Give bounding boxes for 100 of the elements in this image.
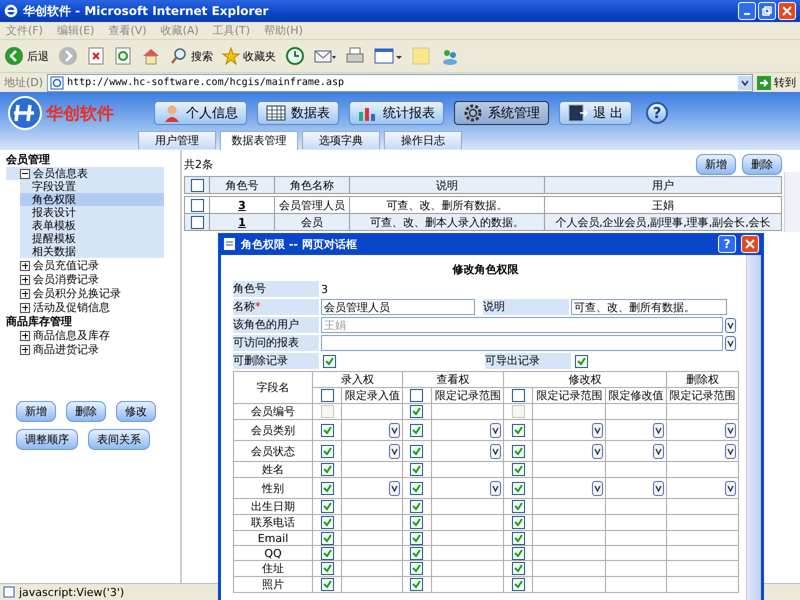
dropdown-icon[interactable] (490, 422, 502, 438)
checkbox[interactable] (410, 405, 424, 418)
checkbox[interactable] (512, 562, 525, 576)
nav-button[interactable]: 退 出 (559, 101, 632, 125)
tree-item[interactable]: 会员充值记录 (33, 258, 99, 273)
tree-item[interactable]: 会员消费记录 (33, 272, 99, 287)
action-button[interactable]: 调整顺序 (16, 429, 78, 450)
checkbox[interactable] (320, 578, 334, 592)
checkbox[interactable] (575, 354, 588, 368)
dropdown-icon[interactable] (725, 480, 736, 496)
checkbox[interactable] (320, 463, 334, 476)
favorites-button[interactable]: 收藏夹 (222, 47, 276, 65)
action-button[interactable]: 修改 (116, 401, 156, 422)
nav-button[interactable]: 系统管理 (454, 101, 549, 125)
nav-button[interactable]: 统计报表 (349, 101, 444, 125)
checkbox[interactable] (320, 546, 334, 560)
tab[interactable]: 用户管理 (138, 131, 216, 149)
dropdown-icon[interactable] (592, 422, 603, 438)
checkbox[interactable] (410, 500, 424, 514)
dropdown-icon[interactable] (652, 422, 664, 438)
checkbox[interactable] (190, 178, 204, 192)
dropdown-icon[interactable] (388, 480, 400, 496)
dropdown-icon[interactable] (652, 480, 664, 496)
close-button[interactable] (741, 235, 759, 253)
dropdown-icon[interactable] (490, 444, 502, 458)
checkbox[interactable] (320, 516, 334, 530)
tree-item[interactable]: 活动及促销信息 (33, 300, 110, 315)
dropdown-icon[interactable] (388, 444, 400, 458)
input-field[interactable]: 可查、改、删所有数据。 (571, 299, 727, 315)
dropdown-icon[interactable] (388, 422, 400, 438)
help-button[interactable]: ? (718, 235, 736, 253)
dropdown-icon[interactable] (490, 480, 502, 496)
expander-icon[interactable] (20, 288, 30, 298)
tree-item[interactable]: 商品进货记录 (33, 342, 99, 357)
role-id-link[interactable]: 3 (238, 198, 246, 212)
checkbox[interactable] (410, 389, 424, 402)
tab[interactable]: 数据表管理 (220, 131, 298, 150)
tree-item[interactable]: 会员积分兑换记录 (33, 286, 121, 301)
help-button[interactable]: ? (646, 102, 668, 124)
checkbox[interactable] (512, 444, 525, 458)
action-button[interactable]: 新增 (16, 401, 56, 422)
tree-item[interactable]: 表单模板 (32, 219, 164, 232)
checkbox[interactable] (512, 516, 525, 530)
checkbox[interactable] (320, 444, 334, 458)
tab[interactable]: 选项字典 (302, 131, 380, 149)
checkbox[interactable] (512, 546, 525, 560)
refresh-icon[interactable] (114, 46, 132, 66)
checkbox[interactable] (190, 216, 204, 229)
input-field[interactable] (321, 335, 723, 351)
tree-item[interactable]: 字段设置 (32, 180, 164, 193)
checkbox[interactable] (410, 562, 424, 576)
expander-icon[interactable] (20, 168, 30, 178)
restore-button[interactable] (758, 2, 776, 20)
tree-item[interactable]: 提醒模板 (32, 232, 164, 245)
checkbox[interactable] (410, 424, 424, 437)
checkbox[interactable] (512, 463, 525, 476)
expander-icon[interactable] (20, 260, 30, 270)
dropdown-icon[interactable] (652, 444, 664, 458)
search-button[interactable]: 搜索 (170, 47, 213, 65)
checkbox[interactable] (320, 424, 334, 437)
checkbox[interactable] (320, 482, 334, 495)
address-field[interactable]: http://www.hc-software.com/hcgis/mainframe.asp (47, 74, 753, 92)
input-field[interactable]: 会员管理人员 (321, 299, 475, 315)
dropdown-button[interactable] (738, 76, 752, 90)
checkbox[interactable] (512, 482, 525, 495)
expander-icon[interactable] (20, 302, 30, 312)
checkbox[interactable] (323, 354, 336, 368)
dropdown-icon[interactable] (725, 444, 736, 458)
checkbox[interactable] (320, 532, 334, 545)
checkbox[interactable] (512, 424, 525, 437)
nav-button[interactable]: 数据表 (257, 101, 339, 125)
role-id-link[interactable]: 1 (238, 216, 246, 228)
home-icon[interactable] (141, 46, 161, 66)
close-button[interactable] (778, 2, 796, 20)
checkbox[interactable] (410, 482, 424, 495)
tree-item[interactable]: 商品信息及库存 (33, 328, 110, 343)
tree-item[interactable]: 角色权限 (20, 193, 164, 206)
nav-button[interactable]: 个人信息 (154, 101, 247, 125)
checkbox[interactable] (512, 389, 525, 402)
tab[interactable]: 操作日志 (384, 131, 462, 149)
stop-icon[interactable] (87, 46, 105, 66)
checkbox[interactable] (410, 444, 424, 458)
back-button[interactable]: 后退 (4, 46, 49, 66)
checkbox[interactable] (512, 578, 525, 592)
checkbox[interactable] (320, 500, 334, 514)
dropdown-icon[interactable] (592, 444, 603, 458)
tree-item[interactable]: 报表设计 (32, 206, 164, 219)
dropdown-icon[interactable] (592, 480, 603, 496)
dropdown-icon[interactable] (725, 422, 736, 438)
action-button[interactable]: 新增 (696, 154, 736, 175)
expander-icon[interactable] (20, 330, 30, 340)
expander-icon[interactable] (20, 274, 30, 284)
edit-icon[interactable] (374, 46, 402, 66)
checkbox[interactable] (410, 463, 424, 476)
checkbox[interactable] (320, 562, 334, 576)
action-button[interactable]: 表间关系 (88, 429, 150, 450)
checkbox[interactable] (410, 516, 424, 530)
checkbox[interactable] (320, 389, 334, 402)
dropdown-icon[interactable] (725, 336, 736, 350)
checkbox[interactable] (512, 500, 525, 514)
